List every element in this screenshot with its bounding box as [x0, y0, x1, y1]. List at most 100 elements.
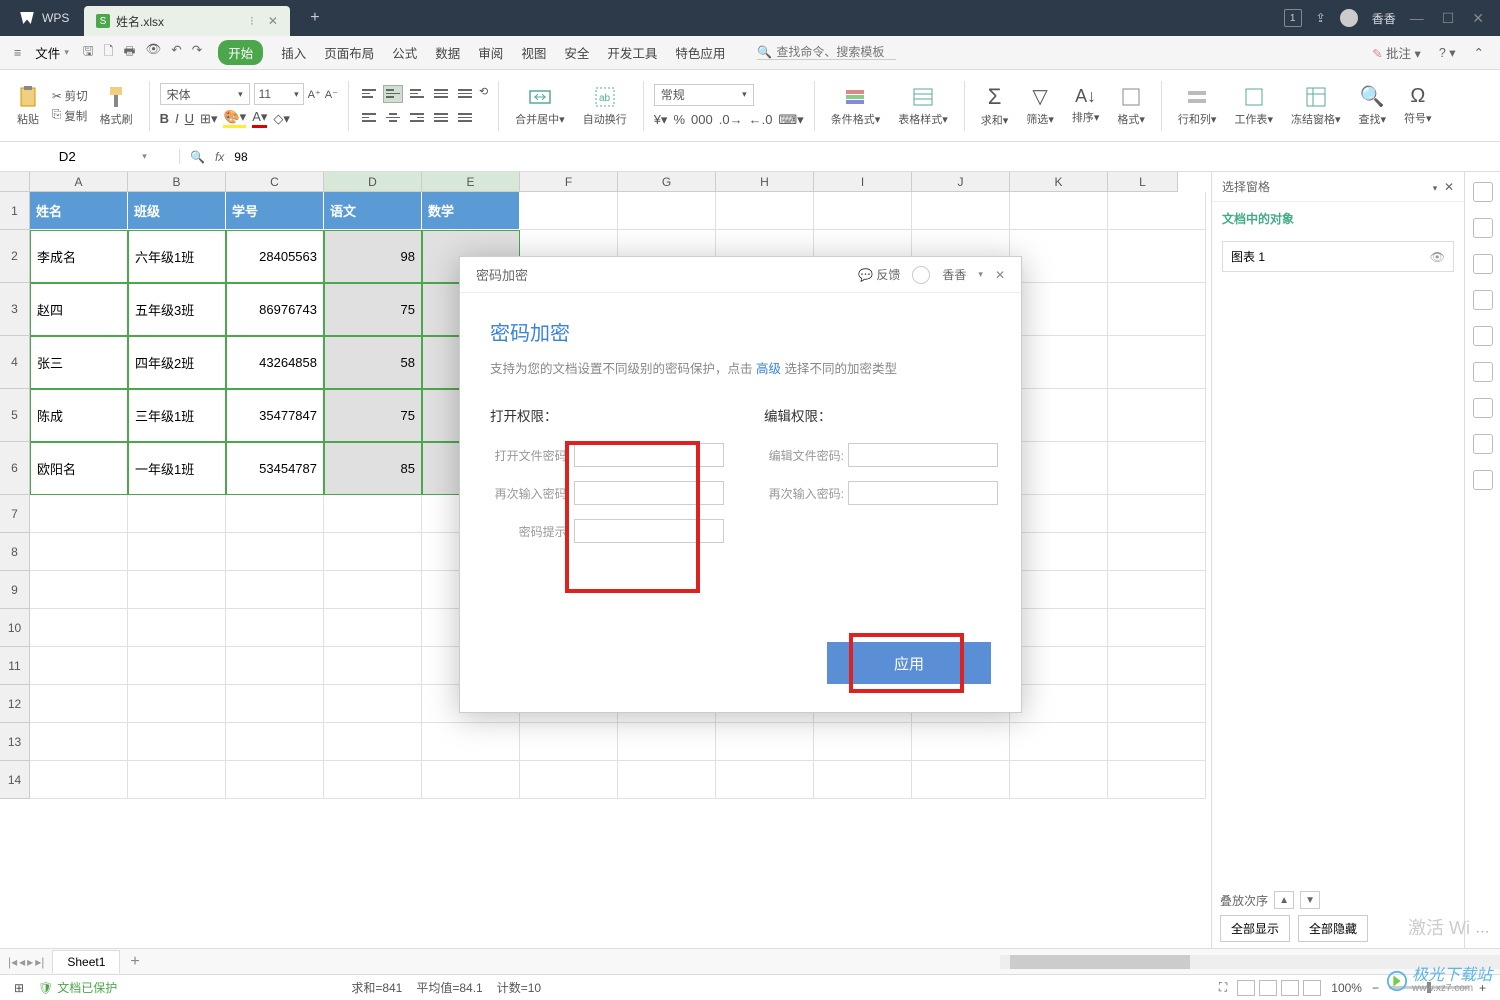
tab-layout[interactable]: 页面布局 — [324, 43, 374, 62]
cell[interactable] — [128, 723, 226, 761]
cell[interactable] — [1010, 685, 1108, 723]
cell[interactable] — [128, 495, 226, 533]
tab-view[interactable]: 视图 — [521, 43, 546, 62]
format-brush-button[interactable]: 格式刷 — [94, 76, 139, 136]
open-password-repeat-input[interactable] — [574, 481, 724, 505]
col-header[interactable]: E — [422, 172, 520, 192]
distribute-icon[interactable] — [455, 109, 475, 127]
font-size-select[interactable]: 11▾ — [254, 83, 304, 105]
justify-icon[interactable] — [431, 109, 451, 127]
cell[interactable] — [1108, 230, 1206, 283]
select-all-corner[interactable] — [0, 172, 30, 192]
table-header-cell[interactable]: 学号 — [226, 192, 324, 230]
cell[interactable]: 35477847 — [226, 389, 324, 442]
format-button[interactable]: 格式▾ — [1111, 76, 1151, 136]
symbol-button[interactable]: Ω符号▾ — [1398, 76, 1438, 136]
cell[interactable] — [324, 647, 422, 685]
command-search[interactable]: 🔍 — [757, 45, 896, 60]
rowcol-button[interactable]: 行和列▾ — [1172, 76, 1223, 136]
comma-icon[interactable]: 000 — [691, 112, 713, 127]
print-icon[interactable]: 🖶 — [124, 42, 136, 63]
view-normal-icon[interactable] — [1237, 980, 1255, 996]
menu-icon[interactable]: ≡ — [14, 46, 21, 60]
col-header[interactable]: H — [716, 172, 814, 192]
cell[interactable] — [814, 192, 912, 230]
clear-format-button[interactable]: ◇▾ — [273, 111, 290, 127]
cell[interactable] — [30, 609, 128, 647]
sheet-tab[interactable]: Sheet1 — [52, 950, 120, 973]
font-color-button[interactable]: A▾ — [252, 109, 267, 128]
rail-font-icon[interactable] — [1473, 254, 1493, 274]
cell[interactable] — [1108, 442, 1206, 495]
cell[interactable] — [324, 723, 422, 761]
move-up-button[interactable]: ▲ — [1274, 891, 1294, 909]
col-header[interactable]: F — [520, 172, 618, 192]
cell[interactable] — [1108, 283, 1206, 336]
number-format-select[interactable]: 常规▾ — [654, 84, 754, 106]
cell[interactable] — [1010, 283, 1108, 336]
align-bottom-icon[interactable] — [407, 85, 427, 103]
table-header-cell[interactable]: 数学 — [422, 192, 520, 230]
file-menu[interactable]: 文件▾ — [35, 43, 69, 62]
cell[interactable] — [1010, 192, 1108, 230]
cell[interactable]: 四年级2班 — [128, 336, 226, 389]
cell[interactable] — [30, 685, 128, 723]
rail-backup-icon[interactable] — [1473, 470, 1493, 490]
row-header[interactable]: 3 — [0, 283, 30, 336]
cell[interactable] — [128, 533, 226, 571]
settings-icon[interactable]: ⊞ — [14, 981, 24, 995]
cell[interactable]: 98 — [324, 230, 422, 283]
rail-style-icon[interactable] — [1473, 218, 1493, 238]
print-preview-icon[interactable]: 🗋 — [104, 42, 114, 63]
user-avatar[interactable] — [1340, 9, 1358, 27]
cell[interactable] — [520, 761, 618, 799]
cell[interactable] — [1010, 761, 1108, 799]
cell[interactable] — [30, 723, 128, 761]
tab-data[interactable]: 数据 — [435, 43, 460, 62]
table-header-cell[interactable]: 姓名 — [30, 192, 128, 230]
format-type-icon[interactable]: ⌨▾ — [778, 112, 803, 128]
minimize-button[interactable]: — — [1410, 10, 1424, 27]
grid-icon[interactable]: 1 — [1284, 9, 1302, 27]
cell[interactable] — [324, 533, 422, 571]
cell[interactable] — [128, 571, 226, 609]
cell[interactable] — [324, 761, 422, 799]
rail-more-icon[interactable]: ⋯ — [1476, 923, 1490, 940]
cell[interactable] — [30, 571, 128, 609]
cell[interactable] — [422, 723, 520, 761]
cell[interactable]: 75 — [324, 283, 422, 336]
maximize-button[interactable]: ☐ — [1442, 10, 1455, 27]
function-icon[interactable]: 🔍 — [190, 150, 205, 164]
close-tab-icon[interactable]: ✕ — [268, 14, 278, 28]
cell[interactable]: 欧阳名 — [30, 442, 128, 495]
tab-start[interactable]: 开始 — [218, 40, 263, 65]
cell[interactable] — [912, 761, 1010, 799]
cell[interactable] — [716, 723, 814, 761]
cell[interactable] — [226, 647, 324, 685]
dialog-user-dropdown[interactable]: ▾ — [978, 269, 983, 280]
cell[interactable] — [1010, 723, 1108, 761]
cell[interactable] — [1108, 761, 1206, 799]
border-button[interactable]: ⊞▾ — [200, 111, 217, 127]
tab-review[interactable]: 审阅 — [478, 43, 503, 62]
cell[interactable] — [324, 609, 422, 647]
worksheet-button[interactable]: 工作表▾ — [1228, 76, 1279, 136]
align-middle-icon[interactable] — [383, 85, 403, 103]
cell[interactable]: 陈成 — [30, 389, 128, 442]
cell[interactable] — [520, 192, 618, 230]
cell[interactable] — [1010, 571, 1108, 609]
increase-decimal-icon[interactable]: .0→ — [719, 112, 743, 127]
cell[interactable] — [30, 533, 128, 571]
row-header[interactable]: 10 — [0, 609, 30, 647]
redo-icon[interactable]: ↷ — [192, 42, 202, 63]
align-right-icon[interactable] — [407, 109, 427, 127]
table-header-cell[interactable]: 语文 — [324, 192, 422, 230]
cell[interactable]: 28405563 — [226, 230, 324, 283]
cell[interactable] — [30, 761, 128, 799]
cell[interactable]: 六年级1班 — [128, 230, 226, 283]
col-header[interactable]: L — [1108, 172, 1178, 192]
cell[interactable] — [618, 192, 716, 230]
cell[interactable]: 李成名 — [30, 230, 128, 283]
edit-password-input[interactable] — [848, 443, 998, 467]
sum-button[interactable]: Σ求和▾ — [975, 76, 1015, 136]
